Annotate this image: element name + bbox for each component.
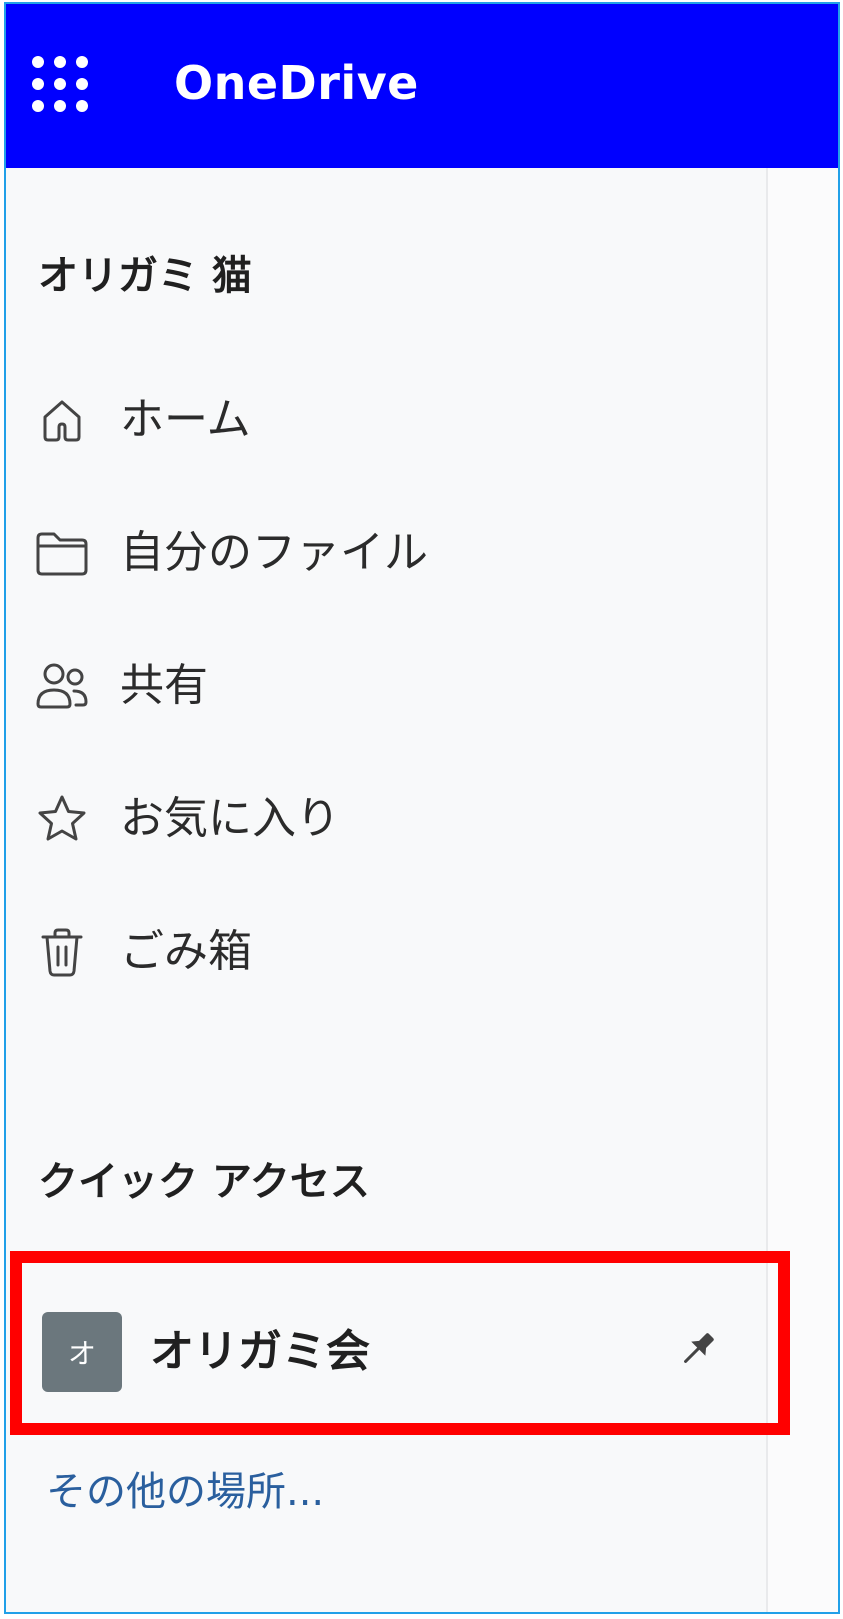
folder-icon xyxy=(34,525,90,581)
sidebar-item-label: お気に入り xyxy=(120,793,340,844)
pin-icon[interactable] xyxy=(676,1325,722,1371)
account-name: オリガミ 猫 xyxy=(38,253,252,299)
quick-access-item[interactable]: オ オリガミ会 xyxy=(42,1309,712,1395)
sidebar-item-trash[interactable]: ごみ箱 xyxy=(34,914,734,990)
sidebar-item-my-files[interactable]: 自分のファイル xyxy=(34,515,734,591)
people-icon xyxy=(34,658,90,714)
sidebar-item-shared[interactable]: 共有 xyxy=(34,648,734,724)
quick-access-highlight: オ オリガミ会 xyxy=(10,1251,790,1435)
app-header: OneDrive xyxy=(6,4,838,168)
more-places-link[interactable]: その他の場所... xyxy=(46,1472,324,1512)
home-icon xyxy=(34,392,90,448)
sidebar-item-label: 自分のファイル xyxy=(120,527,428,578)
avatar: オ xyxy=(42,1312,122,1392)
app-title[interactable]: OneDrive xyxy=(174,60,419,106)
waffle-icon[interactable] xyxy=(32,56,92,116)
sidebar-item-label: ごみ箱 xyxy=(120,926,252,977)
sidebar-item-label: 共有 xyxy=(120,660,208,711)
quick-access-item-label: オリガミ会 xyxy=(150,1326,370,1377)
sidebar-item-favorites[interactable]: お気に入り xyxy=(34,781,734,857)
trash-icon xyxy=(34,924,90,980)
sidebar-item-home[interactable]: ホーム xyxy=(34,382,734,458)
quick-access-heading: クイック アクセス xyxy=(38,1159,370,1205)
onedrive-window: OneDrive オリガミ 猫 ホーム 自分のファイル 共有 お気に入り ごみ箱… xyxy=(4,2,840,1614)
sidebar-item-label: ホーム xyxy=(120,394,251,445)
star-icon xyxy=(34,791,90,847)
